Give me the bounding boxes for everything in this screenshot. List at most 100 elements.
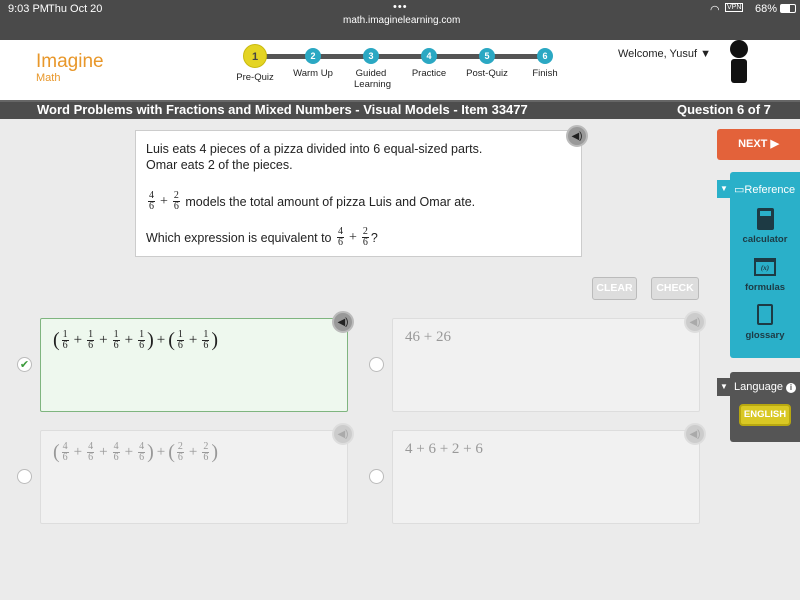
reference-title[interactable]: ▭Reference (734, 183, 795, 196)
speaker-icon[interactable]: ◀) (332, 423, 354, 445)
answer-option-B[interactable]: 46 + 26 (392, 318, 700, 412)
welcome-menu[interactable]: Welcome, Yusuf ▼ (618, 48, 711, 60)
language-panel: Language i ENGLISH (730, 372, 800, 442)
info-icon[interactable]: i (786, 383, 797, 393)
step-1[interactable]: 1 (243, 44, 267, 68)
answer-option-A[interactable]: (1 6 +1 6 +1 6 +1 6) +(1 6 +1 6) (40, 318, 348, 412)
formulas-button[interactable]: (x) formulas (730, 258, 800, 293)
step-4[interactable]: 4 (421, 48, 437, 64)
prompt-line: Which expression is equivalent to 4 6 +2 6? (146, 227, 378, 248)
header: Imagine Math 1 Pre-Quiz 2 Warm Up 3 Guided Le… (0, 40, 800, 100)
math-token: + (188, 444, 198, 460)
fraction: 26 (202, 442, 210, 463)
question-line2: Omar eats 2 of the pieces. (146, 158, 293, 172)
glossary-button[interactable]: glossary (730, 304, 800, 341)
reference-toggle[interactable]: ▼ (717, 180, 731, 198)
logo: Imagine (36, 51, 104, 72)
math-token: + (156, 444, 166, 460)
step-3[interactable]: 3 (363, 48, 379, 64)
lesson-title: Word Problems with Fractions and Mixed N… (37, 102, 528, 117)
date: Thu Oct 20 (48, 3, 103, 15)
step-label: Finish (532, 68, 558, 79)
math-token: + (188, 332, 198, 348)
model-line: 4 6 +2 6 models the total amount of pizza L… (146, 191, 475, 212)
question-line1: Luis eats 4 pieces of a pizza divided in… (146, 142, 483, 156)
language-label: Language (734, 381, 783, 393)
math-token: ) (147, 329, 154, 351)
denominator: 6 (173, 201, 179, 212)
speaker-icon[interactable]: ◀) (684, 423, 706, 445)
speaker-icon[interactable]: ◀) (566, 125, 588, 147)
battery-level: 68% (755, 3, 778, 15)
radio[interactable] (369, 357, 384, 372)
clear-button[interactable]: CLEAR (592, 277, 637, 300)
denominator: 6 (362, 237, 368, 248)
math-token: ( (53, 441, 60, 463)
progress-track (255, 54, 545, 59)
url[interactable]: math.imaginelearning.com (343, 15, 460, 26)
radio[interactable] (369, 469, 384, 484)
checkmark-icon: ✔ (19, 359, 30, 371)
check-button[interactable]: CHECK (651, 277, 699, 300)
math-token: ) (147, 441, 154, 463)
fraction: 16 (176, 330, 184, 351)
avatar[interactable] (724, 40, 754, 88)
math-token: + (156, 332, 166, 348)
step-2[interactable]: 2 (305, 48, 321, 64)
radio-checked[interactable]: ✔ (17, 357, 32, 372)
english-button[interactable]: ENGLISH (739, 404, 791, 426)
speaker-icon[interactable]: ◀) (684, 311, 706, 333)
prompt-text: Which expression is equivalent to (146, 230, 332, 245)
denominator: 6 (177, 340, 183, 351)
time: 9:03 PM (8, 3, 49, 15)
fraction: 26 (172, 191, 180, 212)
model-text: models the total amount of pizza Luis an… (185, 194, 476, 209)
math-token: ( (168, 441, 175, 463)
reference-panel: ▭Reference calculator (x) formulas gloss… (730, 172, 800, 358)
glossary-label: glossary (745, 330, 785, 341)
language-toggle[interactable]: ▼ (717, 378, 731, 396)
fraction: 46 (337, 227, 344, 248)
calculator-button[interactable]: calculator (730, 208, 800, 245)
prompt-end: ? (370, 230, 378, 245)
fraction: 16 (87, 330, 95, 351)
speaker-icon[interactable]: ◀) (332, 311, 354, 333)
math-token: + (73, 444, 83, 460)
fraction: 16 (138, 330, 146, 351)
reference-label: Reference (744, 184, 796, 196)
formulas-icon: (x) (754, 258, 776, 276)
question-card: Luis eats 4 pieces of a pizza divided in… (135, 125, 588, 257)
more-icon[interactable]: ••• (393, 1, 408, 13)
radio[interactable] (17, 469, 32, 484)
fraction: 46 (87, 442, 95, 463)
denominator: 6 (113, 340, 119, 351)
fraction: 46 (112, 442, 120, 463)
fraction: 46 (148, 191, 155, 212)
math-token: + (349, 229, 357, 245)
step-5[interactable]: 5 (479, 48, 495, 64)
answer-option-D[interactable]: 4 + 6 + 2 + 6 (392, 430, 700, 524)
denominator: 6 (177, 452, 183, 463)
answer-option-C[interactable]: (4 6 +4 6 +4 6 +4 6) +(2 6 +2 6) (40, 430, 348, 524)
math-token: 4 + 6 + 2 + 6 (405, 441, 483, 457)
denominator: 6 (113, 452, 119, 463)
math-token: ) (211, 329, 219, 351)
fraction: 46 (61, 442, 69, 463)
welcome-text: Welcome, Yusuf (618, 48, 698, 60)
next-button[interactable]: NEXT ▶ (717, 129, 800, 160)
vpn-badge: VPN (725, 3, 744, 12)
math-token: ( (168, 329, 175, 351)
formulas-label: formulas (744, 282, 786, 293)
denominator: 6 (62, 452, 68, 463)
caret-down-icon: ▼ (700, 48, 712, 60)
wifi-icon: ◠ (710, 4, 720, 16)
math-token: 46 + 26 (405, 329, 451, 345)
answer-expression: 4 + 6 + 2 + 6 (405, 441, 483, 458)
denominator: 6 (88, 340, 94, 351)
reference-icon: ▭ (734, 184, 745, 196)
language-title: Language i (734, 381, 797, 393)
step-6[interactable]: 6 (537, 48, 553, 64)
denominator: 6 (139, 340, 145, 351)
question-progress: Question 6 of 7 (677, 102, 771, 117)
math-token: + (73, 332, 83, 348)
